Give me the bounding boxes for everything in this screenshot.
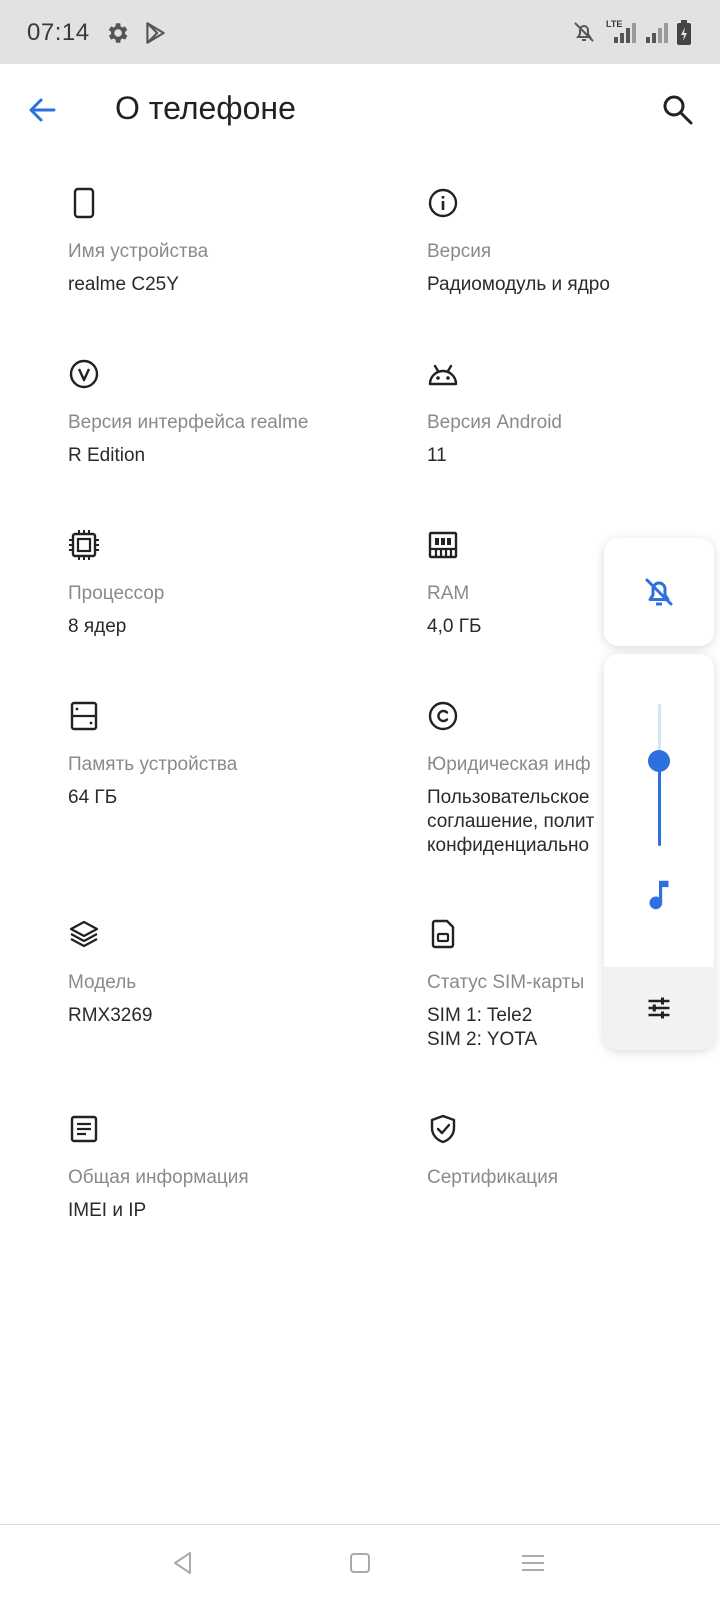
item-general-info[interactable]: Общая информация IMEI и IP [68,1113,398,1221]
layers-icon [69,920,99,948]
item-label: RAM [427,583,470,604]
item-value: IMEI и IP [68,1200,147,1221]
battery-charging-icon [677,20,691,45]
item-value: Пользовательское соглашение, полит конфи… [427,786,594,858]
play-store-icon [146,22,165,44]
signal-icon [614,23,636,43]
home-square-icon[interactable] [345,1548,375,1578]
volume-slider-thumb[interactable] [648,749,670,772]
back-triangle-icon[interactable] [168,1548,198,1578]
volume-settings-button[interactable] [604,967,714,1050]
page-title: О телефоне [115,90,296,126]
item-label: Общая информация [68,1167,249,1188]
item-value: 4,0 ГБ [427,616,482,637]
item-label: Процессор [68,583,165,604]
item-value: 11 [427,445,447,466]
ram-icon [428,531,458,559]
item-android-version[interactable]: Версия Android 11 [427,358,720,466]
item-label: Версия [427,241,492,262]
item-label: Модель [68,972,137,993]
item-value-line: SIM 2: YOTA [427,1029,538,1050]
copyright-icon [428,701,458,731]
item-value: RMX3269 [68,1005,153,1026]
ui-version-icon [69,359,99,389]
item-value: 8 ядер [68,616,127,637]
volume-panel [604,654,714,1050]
nav-divider [0,1524,720,1525]
item-device-name[interactable]: Имя устройства realme C25Y [68,187,398,295]
tune-icon [648,997,670,1019]
processor-icon [69,530,99,560]
item-value-line: конфиденциально [427,835,590,856]
storage-icon [70,701,98,731]
signal-icon [646,23,668,43]
item-ui-version[interactable]: Версия интерфейса realme R Edition [68,358,398,466]
volume-slider[interactable] [658,704,661,846]
item-label: Версия интерфейса realme [68,412,309,433]
menu-lines-icon[interactable] [518,1548,548,1578]
item-label: Имя устройства [68,241,209,262]
item-value: Радиомодуль и ядро [427,274,610,295]
item-value: realme C25Y [68,274,179,295]
search-icon[interactable] [660,92,696,128]
sim-card-icon [431,919,455,949]
item-label: Версия Android [427,412,562,433]
item-value: 64 ГБ [68,787,118,808]
status-time: 07:14 [27,19,90,46]
phone-icon [73,187,95,219]
item-version[interactable]: Версия Радиомодуль и ядро [427,187,720,295]
android-icon [428,364,458,386]
item-certification[interactable]: Сертификация [427,1113,720,1188]
item-processor[interactable]: Процессор 8 ядер [68,529,398,637]
item-label: Память устройства [68,754,238,775]
item-label: Юридическая инф [427,754,591,775]
ringer-mode-button[interactable] [604,538,714,646]
item-model[interactable]: Модель RMX3269 [68,918,398,1026]
item-value-line: соглашение, полит [427,811,595,832]
arrow-back-icon[interactable] [24,92,60,128]
item-value: SIM 1: Tele2 SIM 2: YOTA [427,1004,537,1052]
bell-off-icon [574,22,594,42]
shield-check-icon [430,1114,456,1144]
info-icon [428,188,458,218]
item-label: Сертификация [427,1167,559,1188]
gear-icon [108,23,128,43]
item-value-line: SIM 1: Tele2 [427,1005,533,1026]
status-bar: 07:14 LTE [0,0,720,64]
item-value: R Edition [68,445,146,466]
item-label: Статус SIM-карты [427,972,585,993]
volume-slider-fill [658,760,661,846]
music-note-icon[interactable] [640,876,678,914]
document-icon [70,1115,98,1143]
item-storage[interactable]: Память устройства 64 ГБ [68,700,398,808]
item-value-line: Пользовательское [427,787,590,808]
bell-off-icon [645,578,673,606]
